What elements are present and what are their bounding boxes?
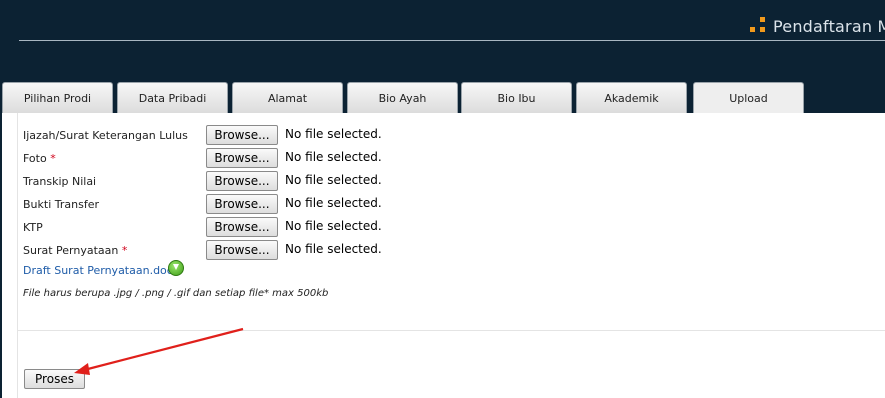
red-arrow-annotation [74, 327, 244, 375]
arrow-head [74, 363, 90, 375]
arrow-shaft [83, 327, 244, 372]
